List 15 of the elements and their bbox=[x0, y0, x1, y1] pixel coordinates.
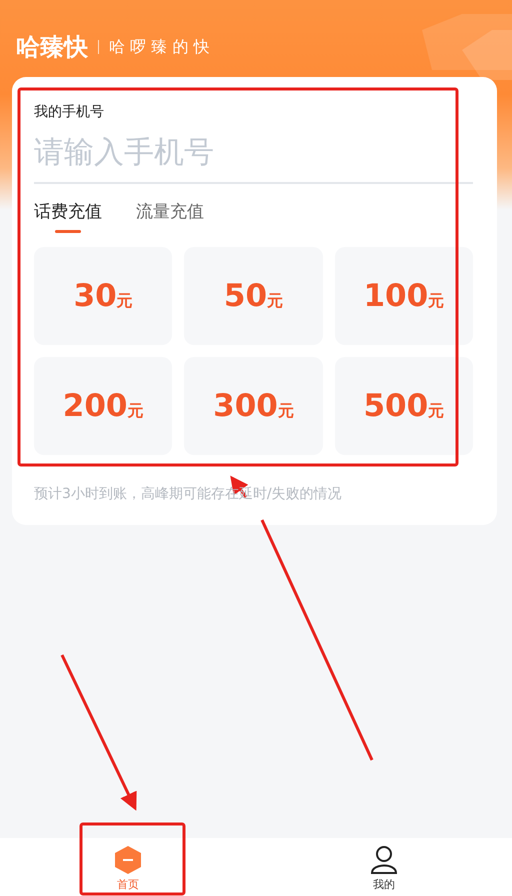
amount-option[interactable]: 300元 bbox=[184, 357, 323, 455]
hexagon-icon bbox=[114, 845, 142, 875]
nav-tab[interactable]: 我的 bbox=[256, 838, 512, 896]
recharge-tab[interactable]: 流量充值 bbox=[136, 200, 204, 233]
person-icon bbox=[370, 845, 398, 875]
amount-option[interactable]: 30元 bbox=[34, 247, 172, 345]
app-title: 哈臻快 bbox=[16, 32, 88, 63]
recharge-tab[interactable]: 话费充值 bbox=[34, 200, 102, 233]
app-slogan: 哈 啰 臻 的 快 bbox=[109, 36, 210, 58]
amount-option[interactable]: 100元 bbox=[334, 247, 473, 345]
phone-label: 我的手机号 bbox=[34, 103, 105, 121]
amount-option[interactable]: 50元 bbox=[184, 247, 323, 345]
amount-option[interactable]: 200元 bbox=[34, 357, 172, 455]
nav-tab[interactable]: 首页 bbox=[0, 838, 256, 896]
amount-option[interactable]: 500元 bbox=[334, 357, 473, 455]
